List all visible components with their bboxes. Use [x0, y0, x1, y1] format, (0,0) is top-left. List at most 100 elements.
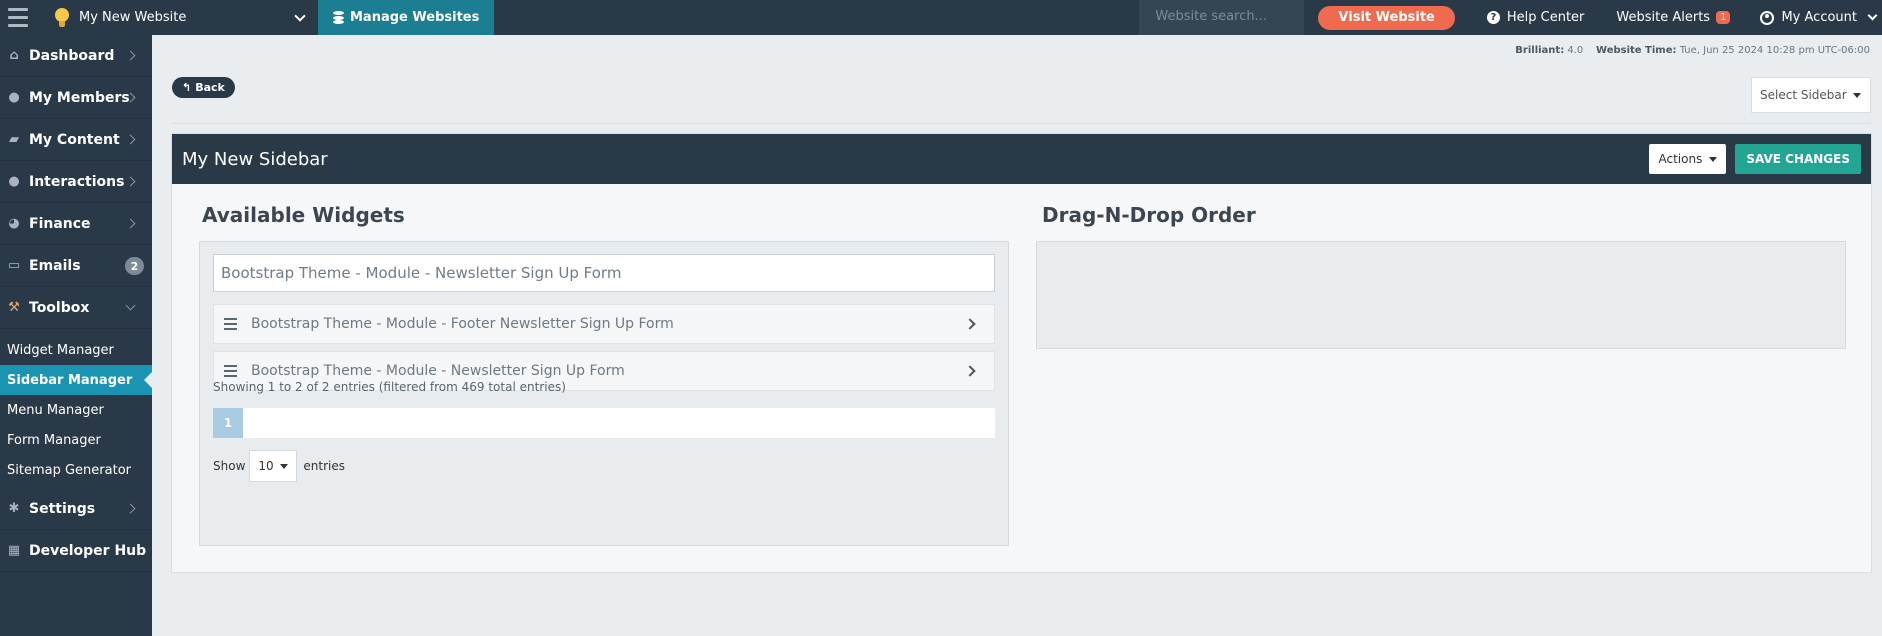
- drag-n-drop-order-title: Drag-N-Drop Order: [1042, 203, 1256, 227]
- sidebar-item-label: Developer Hub: [29, 542, 147, 559]
- folder-icon: ▰: [9, 132, 19, 147]
- inbox-icon: ▭: [7, 258, 21, 273]
- menu-toggle-icon[interactable]: [0, 0, 35, 35]
- manage-websites-button[interactable]: Manage Websites: [318, 0, 495, 35]
- actions-label: Actions: [1658, 152, 1703, 166]
- alerts-count-badge: 1: [1716, 11, 1731, 24]
- sidebar-subitem-sidebar-manager[interactable]: Sidebar Manager: [0, 365, 152, 395]
- lightbulb-icon: [55, 7, 69, 28]
- website-search-input[interactable]: Website search...: [1139, 0, 1305, 35]
- sidebar-item-label: Toolbox: [29, 299, 90, 316]
- sidebar-item-label: Dashboard: [29, 47, 115, 64]
- top-bar: My New Website Manage Websites Website s…: [0, 0, 1882, 35]
- page-length-value: 10: [258, 459, 274, 473]
- user-icon: [1760, 10, 1775, 25]
- sidebar-item-my-content[interactable]: ▰ My Content: [0, 119, 152, 161]
- select-sidebar-label: Select Sidebar: [1760, 88, 1847, 102]
- select-sidebar-dropdown[interactable]: Select Sidebar: [1751, 77, 1871, 113]
- caret-down-icon: [280, 464, 289, 469]
- widget-name: Bootstrap Theme - Module - Newsletter Si…: [251, 363, 625, 379]
- sidebar-item-my-members[interactable]: ● My Members: [0, 77, 152, 119]
- chevron-right-icon: [125, 176, 136, 187]
- pagination: 1: [213, 408, 995, 438]
- pie-chart-icon: ◕: [8, 216, 20, 231]
- sidebar-item-developer-hub[interactable]: ▦ Developer Hub: [0, 530, 152, 572]
- manage-websites-label: Manage Websites: [350, 10, 480, 25]
- visit-website-button[interactable]: Visit Website: [1318, 5, 1455, 30]
- table-info-text: Showing 1 to 2 of 2 entries (filtered fr…: [213, 380, 566, 394]
- entries-label: entries: [303, 459, 345, 473]
- sidebar-item-label: My Members: [29, 89, 130, 106]
- chevron-right-icon: [125, 218, 136, 229]
- sidebar-item-settings[interactable]: ✱ Settings: [0, 488, 152, 530]
- sidebar-item-label: My Content: [29, 131, 120, 148]
- page-length-select[interactable]: 10: [249, 450, 298, 482]
- widget-filter-input[interactable]: Bootstrap Theme - Module - Newsletter Si…: [213, 254, 995, 292]
- save-changes-button[interactable]: SAVE CHANGES: [1735, 144, 1861, 174]
- toolbox-submenu: Widget Manager Sidebar Manager Menu Mana…: [0, 329, 152, 488]
- sidebar-subitem-widget-manager[interactable]: Widget Manager: [0, 335, 152, 365]
- website-time-label: Website Time:: [1596, 45, 1677, 56]
- sidebar-item-label: Settings: [29, 500, 96, 517]
- website-time-value: Tue, Jun 25 2024 10:28 pm UTC-06:00: [1679, 45, 1870, 56]
- chevron-right-icon[interactable]: [964, 365, 976, 377]
- chevron-down-icon: [125, 300, 136, 311]
- sidebar-item-label: Emails: [29, 257, 81, 274]
- chevron-right-icon: [125, 50, 136, 61]
- help-center-link[interactable]: ? Help Center: [1486, 10, 1585, 25]
- website-alerts-label: Website Alerts: [1616, 10, 1711, 25]
- sidebar-item-label: Finance: [29, 215, 91, 232]
- available-widgets-box: Bootstrap Theme - Module - Newsletter Si…: [199, 241, 1009, 546]
- page-length-control: Show 10 entries: [213, 450, 345, 482]
- panel-title: My New Sidebar: [182, 148, 328, 170]
- sidebar-item-dashboard[interactable]: ⌂ Dashboard: [0, 35, 152, 77]
- home-icon: ⌂: [9, 48, 19, 63]
- sidebar-item-toolbox[interactable]: ⚒ Toolbox: [0, 287, 152, 329]
- page-button-1[interactable]: 1: [213, 408, 243, 438]
- chevron-down-icon: [294, 9, 306, 22]
- website-name: My New Website: [79, 10, 187, 25]
- back-button[interactable]: ↰ Back: [172, 77, 235, 98]
- grid-icon: ▦: [7, 543, 21, 558]
- chat-icon: ●: [8, 174, 20, 189]
- brilliant-version: 4.0: [1567, 45, 1584, 56]
- my-account-menu[interactable]: My Account: [1760, 10, 1882, 25]
- emails-count-badge: 2: [125, 257, 144, 275]
- caret-down-icon: [1853, 93, 1861, 98]
- my-account-label: My Account: [1781, 10, 1857, 25]
- sidebar-editor-panel: My New Sidebar Actions SAVE CHANGES Avai…: [171, 133, 1872, 573]
- drag-n-drop-zone[interactable]: [1036, 241, 1846, 349]
- panel-header: My New Sidebar Actions SAVE CHANGES: [172, 134, 1871, 184]
- database-icon: [333, 11, 344, 24]
- drag-handle-icon[interactable]: [224, 318, 237, 330]
- chevron-right-icon[interactable]: [964, 318, 976, 330]
- drag-handle-icon[interactable]: [224, 365, 237, 377]
- help-center-label: Help Center: [1506, 10, 1585, 25]
- sidebar: ⌂ Dashboard ● My Members ▰ My Content ● …: [0, 35, 152, 636]
- sidebar-item-finance[interactable]: ◕ Finance: [0, 203, 152, 245]
- available-widgets-title: Available Widgets: [202, 203, 405, 227]
- sidebar-item-label: Interactions: [29, 173, 125, 190]
- wrench-icon: ⚒: [8, 300, 20, 315]
- chevron-right-icon: [125, 503, 136, 514]
- sidebar-item-interactions[interactable]: ● Interactions: [0, 161, 152, 203]
- question-icon: ?: [1486, 11, 1500, 24]
- widget-name: Bootstrap Theme - Module - Footer Newsle…: [251, 316, 674, 332]
- website-alerts-link[interactable]: Website Alerts 1: [1616, 10, 1731, 25]
- divider: [172, 123, 1871, 124]
- actions-dropdown[interactable]: Actions: [1648, 144, 1727, 174]
- chevron-right-icon: [125, 134, 136, 145]
- sidebar-subitem-form-manager[interactable]: Form Manager: [0, 425, 152, 455]
- brilliant-label: Brilliant:: [1515, 45, 1565, 56]
- widget-list-item[interactable]: Bootstrap Theme - Module - Footer Newsle…: [213, 304, 995, 344]
- sidebar-item-emails[interactable]: ▭ Emails 2: [0, 245, 152, 287]
- sidebar-subitem-sitemap-generator[interactable]: Sitemap Generator: [0, 455, 152, 485]
- sidebar-subitem-menu-manager[interactable]: Menu Manager: [0, 395, 152, 425]
- website-selector[interactable]: My New Website: [35, 0, 318, 35]
- chevron-down-icon: [1867, 10, 1878, 21]
- show-label: Show: [213, 459, 246, 473]
- back-label: Back: [195, 81, 225, 94]
- gear-icon: ✱: [8, 501, 20, 516]
- caret-down-icon: [1709, 157, 1718, 162]
- users-icon: ●: [8, 90, 20, 105]
